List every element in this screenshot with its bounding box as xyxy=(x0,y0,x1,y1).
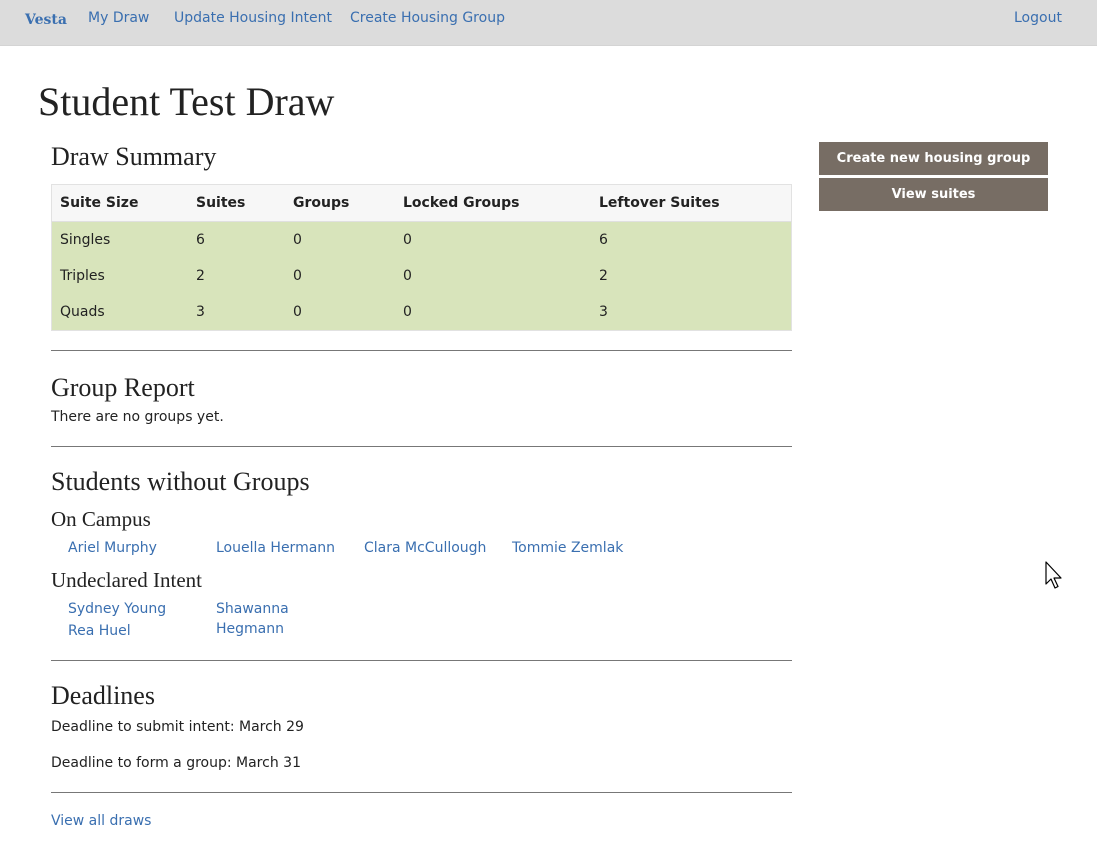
table-cell: 0 xyxy=(395,221,591,258)
column-header-locked-groups: Locked Groups xyxy=(395,184,591,222)
table-cell: 0 xyxy=(285,221,395,258)
table-cell: 6 xyxy=(591,221,792,258)
table-cell: 6 xyxy=(188,221,285,258)
sidebar-actions: Create new housing group View suites xyxy=(819,142,1048,214)
table-cell: 2 xyxy=(188,258,285,294)
student-link[interactable]: Rea Huel xyxy=(68,621,216,641)
nav-create-housing-group[interactable]: Create Housing Group xyxy=(350,10,505,26)
section-divider xyxy=(51,660,792,661)
table-header-row: Suite Size Suites Groups Locked Groups L… xyxy=(51,184,792,222)
on-campus-heading: On Campus xyxy=(51,507,151,531)
students-without-groups-heading: Students without Groups xyxy=(51,467,310,496)
table-row: Singles 6 0 0 6 xyxy=(51,221,792,258)
on-campus-student-list: Ariel Murphy Louella Hermann Clara McCul… xyxy=(51,538,792,558)
table-cell: 3 xyxy=(188,294,285,331)
mouse-pointer-icon xyxy=(1045,561,1062,589)
brand-link[interactable]: Vesta xyxy=(25,12,67,28)
student-link[interactable]: Shawanna Hegmann xyxy=(216,599,296,641)
section-divider xyxy=(51,792,792,793)
nav-update-housing-intent[interactable]: Update Housing Intent xyxy=(174,10,332,26)
table-row: Quads 3 0 0 3 xyxy=(51,294,792,331)
deadlines-section: Deadlines Deadline to submit intent: Mar… xyxy=(51,679,792,773)
section-divider xyxy=(51,350,792,351)
deadline-item: Deadline to submit intent: March 29 xyxy=(51,719,304,735)
student-link[interactable]: Sydney Young xyxy=(68,599,216,619)
section-divider xyxy=(51,446,792,447)
nav-my-draw[interactable]: My Draw xyxy=(88,10,149,26)
student-link[interactable]: Louella Hermann xyxy=(216,538,364,558)
table-cell: 0 xyxy=(285,258,395,294)
group-report-heading: Group Report xyxy=(51,373,195,402)
draw-summary-heading: Draw Summary xyxy=(51,142,217,171)
page-title: Student Test Draw xyxy=(38,79,335,124)
table-cell: 2 xyxy=(591,258,792,294)
main-content: Draw Summary Suite Size Suites Groups Lo… xyxy=(51,140,792,831)
deadline-item: Deadline to form a group: March 31 xyxy=(51,755,301,771)
students-without-groups-section: Students without Groups On Campus Ariel … xyxy=(51,465,792,641)
view-all-draws-link[interactable]: View all draws xyxy=(51,811,792,831)
deadlines-heading: Deadlines xyxy=(51,681,155,710)
undeclared-intent-heading: Undeclared Intent xyxy=(51,568,203,592)
table-cell: Quads xyxy=(51,294,188,331)
table-cell: Singles xyxy=(51,221,188,258)
column-header-groups: Groups xyxy=(285,184,395,222)
table-cell: 0 xyxy=(395,258,591,294)
table-cell: 0 xyxy=(395,294,591,331)
draw-summary-section: Draw Summary Suite Size Suites Groups Lo… xyxy=(51,140,792,331)
student-link[interactable]: Clara McCullough xyxy=(364,538,512,558)
logout-link[interactable]: Logout xyxy=(1014,10,1062,26)
group-report-section: Group Report There are no groups yet. xyxy=(51,371,792,427)
undeclared-student-list: Sydney Young Shawanna Hegmann Rea Huel xyxy=(51,599,792,641)
column-header-suite-size: Suite Size xyxy=(51,184,188,222)
top-navbar: Vesta My Draw Update Housing Intent Crea… xyxy=(0,0,1097,46)
draw-summary-table: Suite Size Suites Groups Locked Groups L… xyxy=(51,184,792,331)
create-new-housing-group-button[interactable]: Create new housing group xyxy=(819,142,1048,175)
table-cell: 3 xyxy=(591,294,792,331)
table-row: Triples 2 0 0 2 xyxy=(51,258,792,294)
table-cell: 0 xyxy=(285,294,395,331)
column-header-suites: Suites xyxy=(188,184,285,222)
student-link[interactable]: Ariel Murphy xyxy=(68,538,216,558)
table-cell: Triples xyxy=(51,258,188,294)
group-report-text: There are no groups yet. xyxy=(51,409,224,425)
view-suites-button[interactable]: View suites xyxy=(819,178,1048,211)
column-header-leftover-suites: Leftover Suites xyxy=(591,184,792,222)
student-link[interactable]: Tommie Zemlak xyxy=(512,538,660,558)
